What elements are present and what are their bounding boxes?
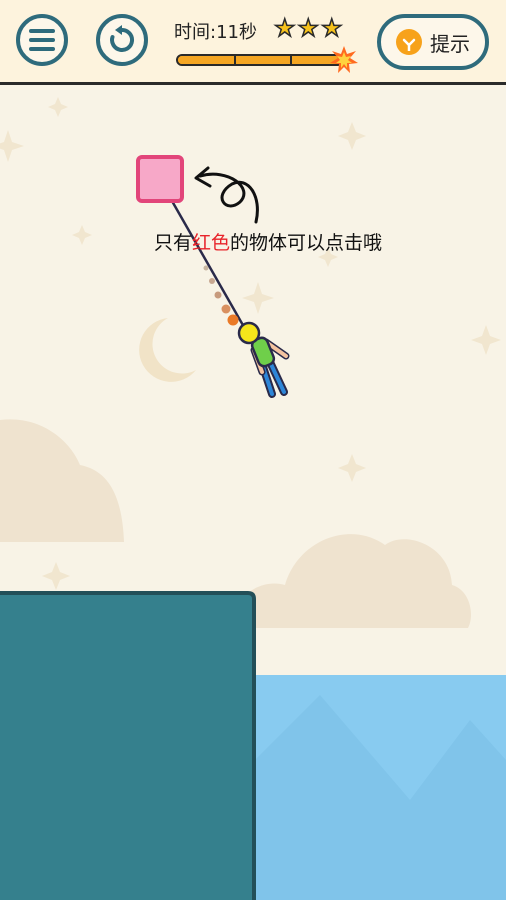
restart-icon	[110, 25, 135, 52]
rope	[158, 179, 250, 335]
menu-icon	[29, 29, 55, 51]
instruction-suffix: 的物体可以点击哦	[230, 232, 383, 254]
star-icon: ★	[297, 14, 320, 42]
cloud-right	[232, 534, 472, 628]
arrow-head-icon	[194, 166, 212, 188]
progress-tick	[234, 56, 236, 64]
arrow-icon	[198, 172, 259, 224]
instruction-highlight: 红色	[192, 232, 231, 254]
lightbulb-icon	[396, 29, 422, 55]
progress-fill	[178, 56, 329, 64]
restart-button[interactable]	[96, 14, 148, 66]
stickman-character	[237, 321, 290, 398]
red-target-block[interactable]	[136, 155, 184, 203]
game-scene	[0, 97, 506, 900]
instruction-text: 只有红色的物体可以点击哦	[154, 228, 382, 255]
cliff-platform	[0, 591, 256, 900]
top-bar: 时间:11秒 ★ ★ ★ 提示	[0, 0, 506, 85]
burst-icon	[330, 46, 358, 73]
motion-trail	[203, 265, 239, 326]
instruction-prefix: 只有	[154, 232, 193, 254]
timer-text: 时间:11秒	[174, 22, 257, 43]
cloud-left	[0, 419, 124, 542]
menu-button[interactable]	[16, 14, 68, 66]
hint-button[interactable]: 提示	[377, 14, 489, 70]
star-icon: ★	[320, 14, 343, 42]
hint-label: 提示	[430, 31, 470, 56]
star-icon: ★	[273, 14, 296, 42]
star-rating: ★ ★ ★	[273, 14, 343, 42]
moon-shape	[139, 318, 196, 382]
time-progress-bar	[176, 54, 344, 66]
progress-tick	[290, 56, 292, 64]
